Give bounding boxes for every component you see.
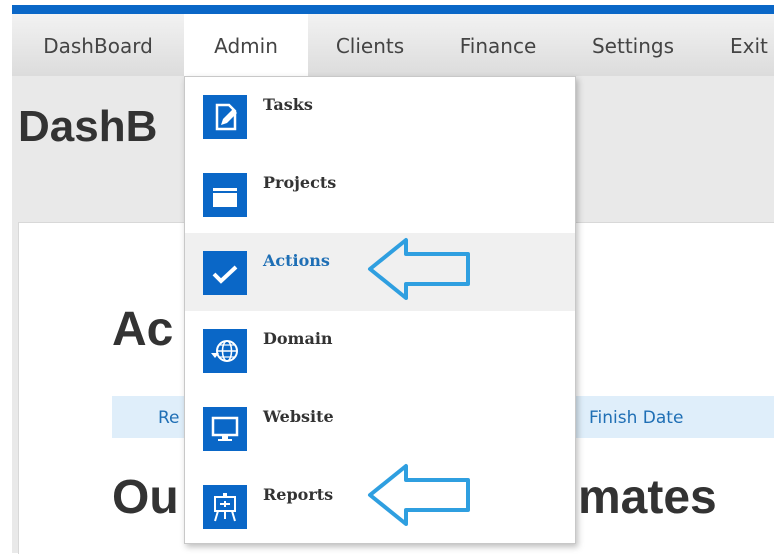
page-title: DashB [18, 102, 158, 151]
menu-item-projects[interactable]: Projects [185, 155, 575, 233]
table-header-finish-date[interactable]: Finish Date [589, 396, 683, 438]
arrow-left-icon [368, 464, 470, 526]
menu-item-tasks[interactable]: Tasks [185, 77, 575, 155]
nav-item-settings[interactable]: Settings [564, 14, 702, 76]
table-header-ref[interactable]: Re [158, 396, 180, 438]
menu-item-label: Tasks [263, 95, 313, 114]
easel-icon [203, 485, 247, 529]
menu-item-label: Actions [263, 251, 330, 270]
main-navbar: DashBoard Admin Clients Finance Settings… [12, 14, 774, 77]
nav-item-dashboard[interactable]: DashBoard [12, 14, 184, 76]
section-heading-actions: Ac [112, 303, 174, 356]
globe-icon [203, 329, 247, 373]
menu-item-label: Website [263, 407, 334, 426]
nav-item-exit[interactable]: Exit [702, 14, 774, 76]
section-heading-outstanding: Ou [112, 471, 179, 524]
section-heading-estimates-fragment: mates [578, 471, 717, 524]
monitor-icon [203, 407, 247, 451]
nav-item-finance[interactable]: Finance [432, 14, 564, 76]
menu-item-label: Projects [263, 173, 337, 192]
menu-item-label: Reports [263, 485, 334, 504]
menu-item-label: Domain [263, 329, 333, 348]
top-accent-stripe [12, 5, 774, 14]
folder-icon [203, 173, 247, 217]
menu-item-website[interactable]: Website [185, 389, 575, 467]
tasks-icon [203, 95, 247, 139]
menu-item-domain[interactable]: Domain [185, 311, 575, 389]
checkmark-icon [203, 251, 247, 295]
nav-item-clients[interactable]: Clients [308, 14, 432, 76]
nav-item-admin[interactable]: Admin [184, 14, 308, 76]
arrow-left-icon [368, 238, 470, 300]
